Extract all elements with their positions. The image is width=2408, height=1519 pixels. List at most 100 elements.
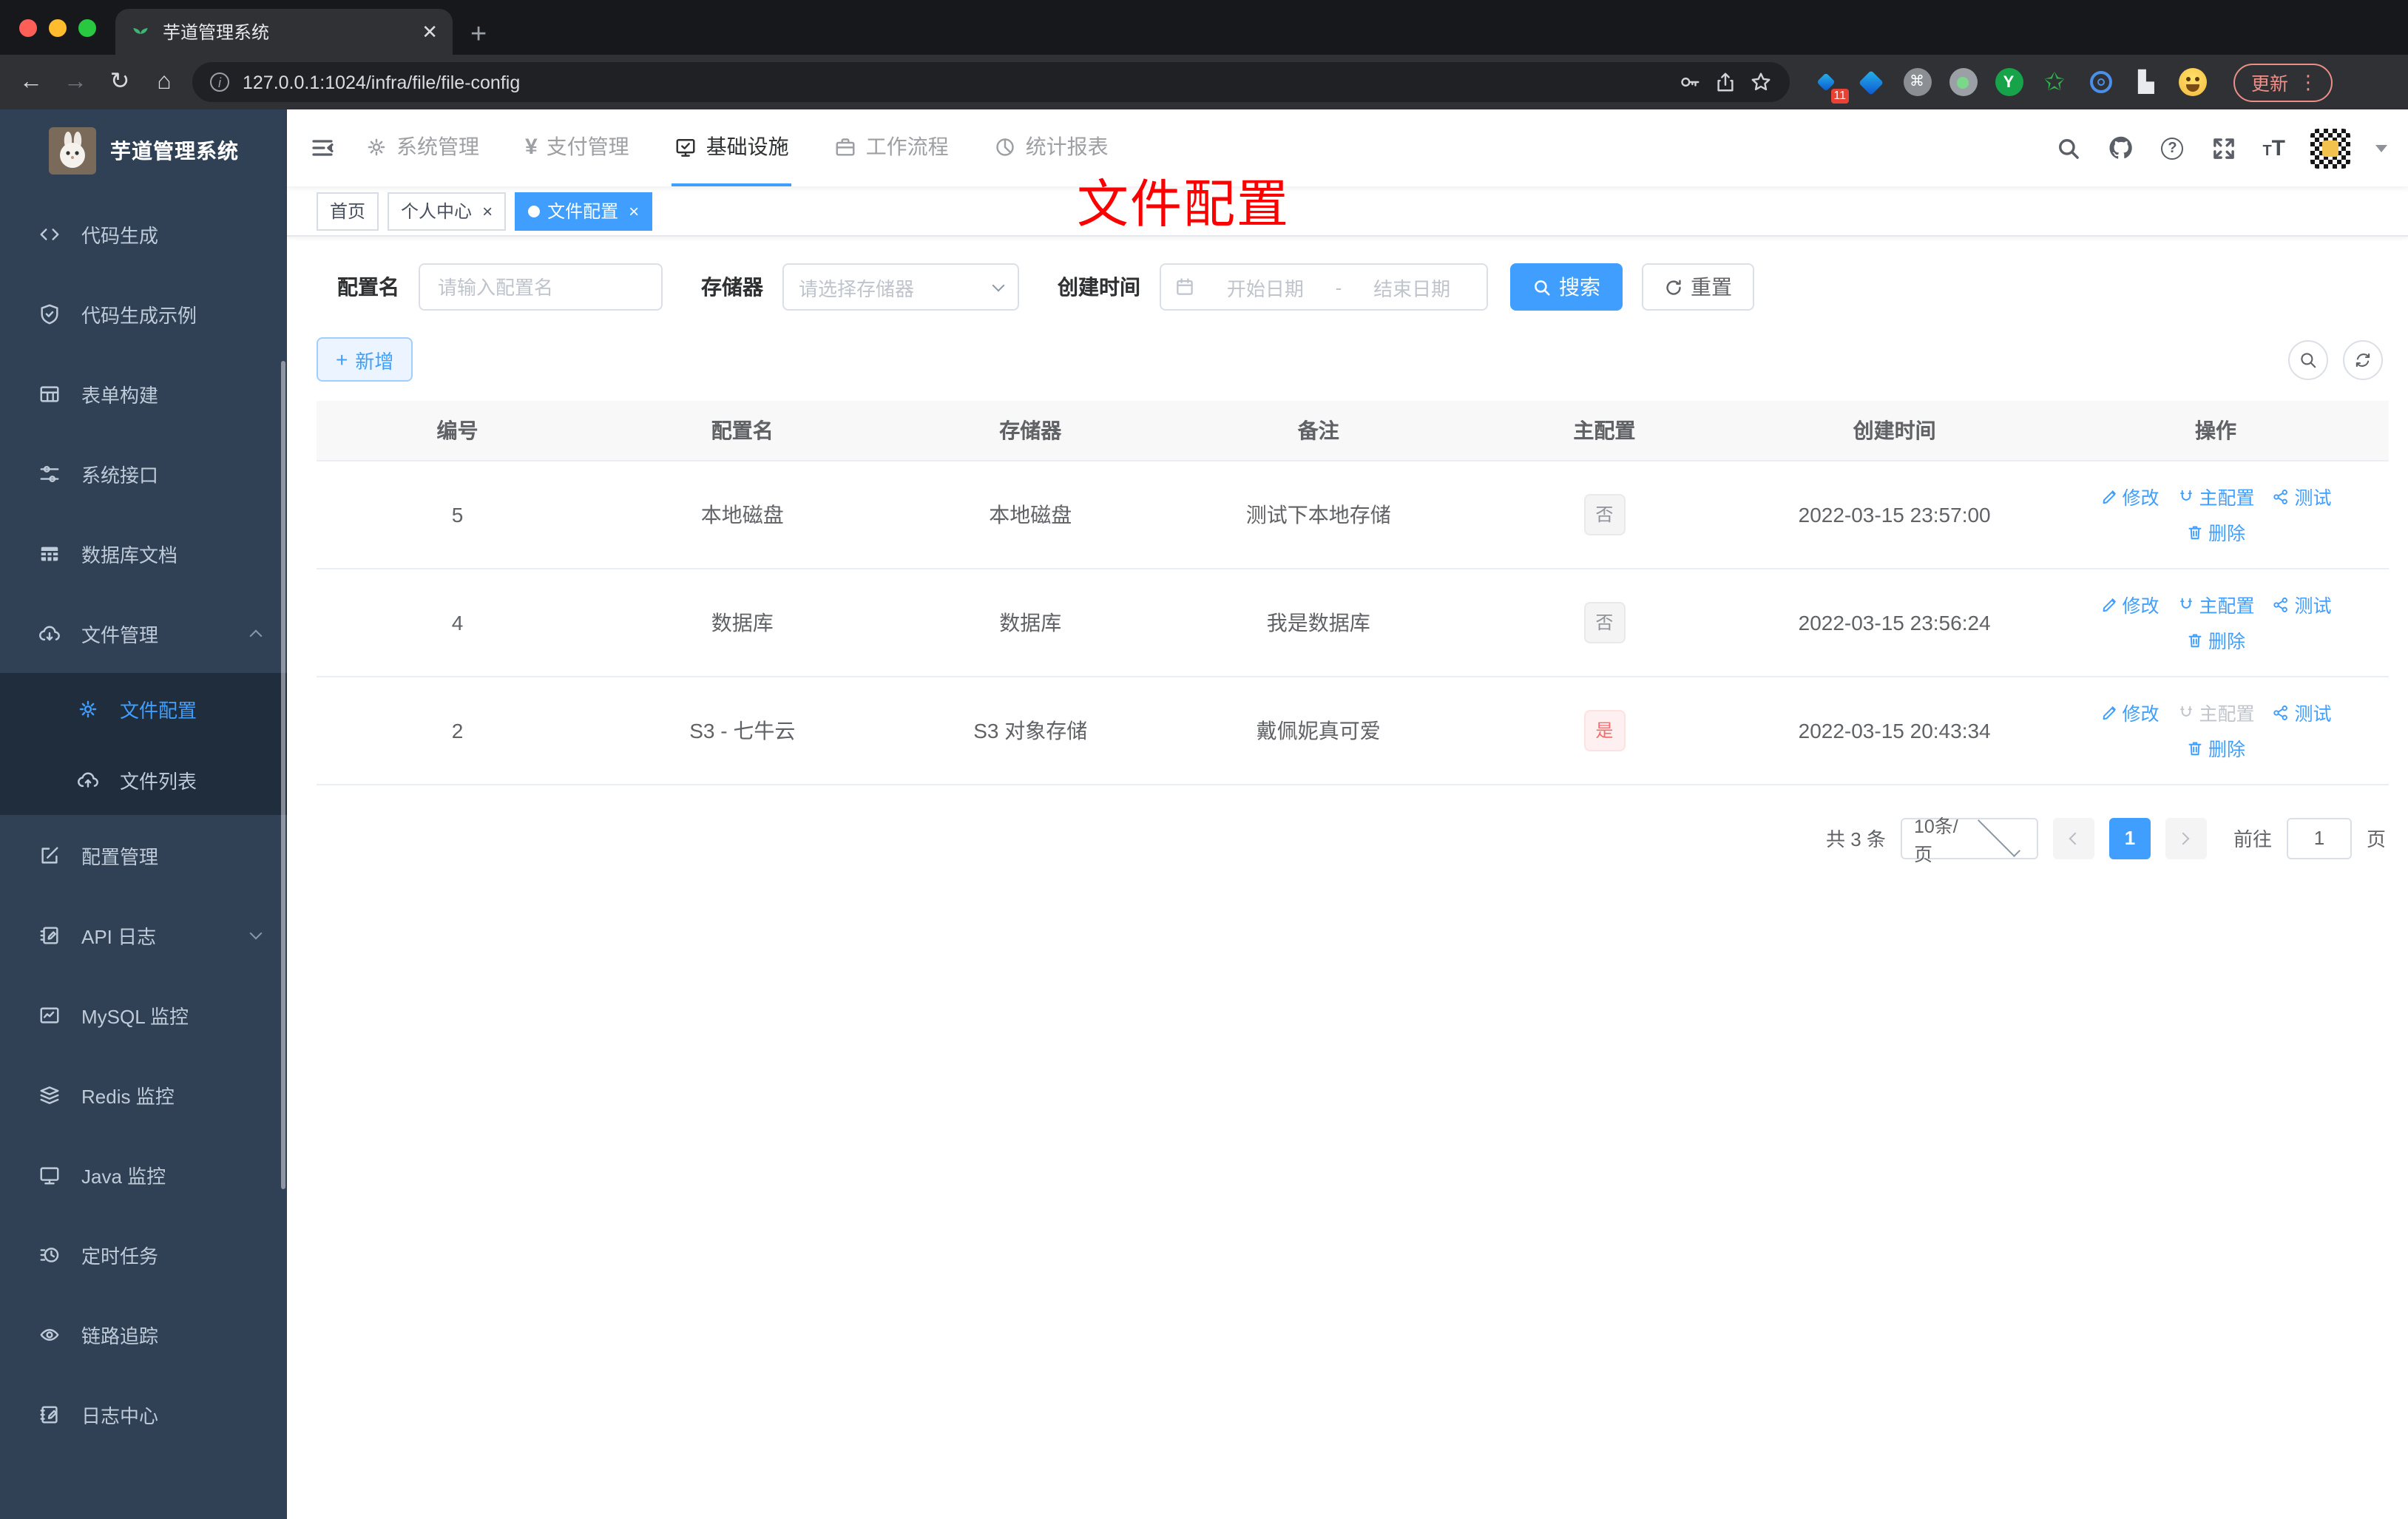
search-button[interactable]: 搜索 [1510,263,1623,311]
shield-check-icon [41,303,58,324]
storage-select[interactable]: 请选择存储器 [782,263,1019,311]
user-avatar[interactable] [2310,128,2350,168]
extension-eye-icon[interactable] [2086,67,2115,97]
extension-badge: 11 [1830,88,1849,103]
home-icon[interactable]: ⌂ [148,70,180,94]
fullscreen-icon[interactable] [2211,135,2237,161]
sidebar-item-label: 链路追踪 [81,1325,159,1347]
extension-dot-icon[interactable] [1948,67,1978,97]
sidebar-item-log-center[interactable]: 日志中心 [0,1374,287,1454]
sidebar-item-system-api[interactable]: 系统接口 [0,433,287,513]
page-size-select[interactable]: 10条/页 [1900,814,2038,865]
browser-update-button[interactable]: 更新 ⋮ [2233,63,2333,101]
maximize-window-button[interactable] [78,19,96,37]
back-icon[interactable]: ← [15,70,47,94]
header-config-name: 配置名 [598,401,887,461]
minimize-window-button[interactable] [49,19,67,37]
sidebar-item-file-management[interactable]: 文件管理 [0,593,287,673]
test-link[interactable]: 测试 [2273,698,2332,726]
sidebar-item-label: 代码生成示例 [81,304,197,326]
sidebar-item-form-builder[interactable]: 表单构建 [0,353,287,433]
add-button[interactable]: + 新增 [317,337,413,382]
test-link[interactable]: 测试 [2273,590,2332,618]
next-page-button[interactable] [2165,817,2207,859]
menu-workflow[interactable]: 工作流程 [832,109,952,186]
search-icon[interactable] [2055,135,2082,161]
prev-page-button[interactable] [2052,817,2094,859]
delete-link[interactable]: 删除 [2186,734,2245,762]
tag-home[interactable]: 首页 [317,192,379,230]
extensions-puzzle-icon[interactable]: ▙ [2131,67,2161,97]
goto-page-input[interactable] [2286,817,2352,859]
tag-profile[interactable]: 个人中心 × [388,192,507,230]
delete-link[interactable]: 删除 [2186,518,2245,546]
sidebar-item-file-config[interactable]: 文件配置 [0,673,287,744]
sidebar-item-file-list[interactable]: 文件列表 [0,744,287,815]
sidebar-item-config-management[interactable]: 配置管理 [0,815,287,895]
sidebar-item-scheduled-tasks[interactable]: 定时任务 [0,1214,287,1294]
test-link[interactable]: 测试 [2273,482,2332,510]
menu-infrastructure[interactable]: 基础设施 [672,109,792,186]
app-logo[interactable]: 芋道管理系统 [0,109,287,192]
help-icon[interactable]: ? [2159,135,2185,161]
delete-link[interactable]: 删除 [2186,626,2245,654]
window-controls[interactable] [19,19,96,37]
refresh-table-button[interactable] [2343,339,2383,379]
page-number-1[interactable]: 1 [2108,817,2151,859]
top-navbar: 系统管理 ¥ 支付管理 基础设施 工作流程 统计报表 ? TT [287,109,2408,186]
extension-y-icon[interactable]: Y [1994,67,2023,97]
tab-close-icon[interactable]: ✕ [422,22,438,41]
sidebar-scrollbar[interactable] [281,361,285,1189]
avatar-dropdown-icon[interactable] [2375,144,2387,152]
storage-label: 存储器 [701,275,763,299]
site-info-icon[interactable]: i [210,72,229,92]
sidebar-item-redis-monitor[interactable]: Redis 监控 [0,1055,287,1134]
profile-avatar-icon[interactable] [2177,67,2207,97]
extension-grid-icon[interactable]: 11 [1810,67,1849,103]
sidebar-item-label: API 日志 [81,925,157,947]
sidebar-item-label: MySQL 监控 [81,1005,189,1027]
edit-link[interactable]: 修改 [2100,482,2159,510]
show-search-toggle-button[interactable] [2288,339,2328,379]
menu-system-management[interactable]: 系统管理 [362,109,482,186]
font-size-icon[interactable]: TT [2262,135,2285,160]
collapse-sidebar-icon[interactable] [309,135,336,161]
bookmark-star-icon[interactable] [1750,71,1772,93]
close-icon[interactable]: × [482,202,493,220]
new-tab-button[interactable]: + [470,21,487,49]
close-window-button[interactable] [19,19,37,37]
sidebar-item-code-generation[interactable]: 代码生成 [0,194,287,274]
share-icon[interactable] [1714,71,1736,93]
address-bar[interactable]: i 127.0.0.1:1024/infra/file/file-config [192,62,1790,102]
sidebar-item-api-log[interactable]: API 日志 [0,895,287,975]
browser-tab[interactable]: 芋道管理系统 ✕ [115,9,453,55]
password-key-icon[interactable] [1679,71,1701,93]
reload-icon[interactable]: ↻ [104,70,136,94]
browser-menu-icon[interactable]: ⋮ [2299,70,2318,94]
master-config-link[interactable]: 主配置 [2177,590,2255,618]
forward-icon[interactable]: → [59,70,92,94]
config-name-input[interactable] [419,263,663,311]
master-config-link[interactable]: 主配置 [2177,482,2255,510]
sidebar-item-tracing[interactable]: 链路追踪 [0,1294,287,1374]
sidebar-item-mysql-monitor[interactable]: MySQL 监控 [0,975,287,1055]
end-date-placeholder[interactable]: 结束日期 [1350,273,1473,301]
extensions-area: 11 ⌘ Y ✩ ▙ [1810,67,2207,103]
reset-button[interactable]: 重置 [1642,263,1754,311]
edit-link[interactable]: 修改 [2100,698,2159,726]
tag-file-config[interactable]: 文件配置 × [515,192,653,230]
table-icon [40,546,59,561]
sidebar-item-java-monitor[interactable]: Java 监控 [0,1134,287,1214]
extension-command-icon[interactable]: ⌘ [1902,67,1932,97]
date-range-picker[interactable]: 开始日期 - 结束日期 [1160,263,1488,311]
menu-payment-management[interactable]: ¥ 支付管理 [522,109,632,186]
sidebar-item-db-doc[interactable]: 数据库文档 [0,513,287,593]
sidebar-item-code-gen-example[interactable]: 代码生成示例 [0,274,287,353]
url-text[interactable]: 127.0.0.1:1024/infra/file/file-config [243,72,1665,92]
github-icon[interactable] [2107,135,2134,161]
close-icon[interactable]: × [629,202,639,220]
extension-star-icon[interactable]: ✩ [2040,67,2069,97]
start-date-placeholder[interactable]: 开始日期 [1204,273,1327,301]
extension-kite-icon[interactable] [1856,67,1886,97]
edit-link[interactable]: 修改 [2100,590,2159,618]
